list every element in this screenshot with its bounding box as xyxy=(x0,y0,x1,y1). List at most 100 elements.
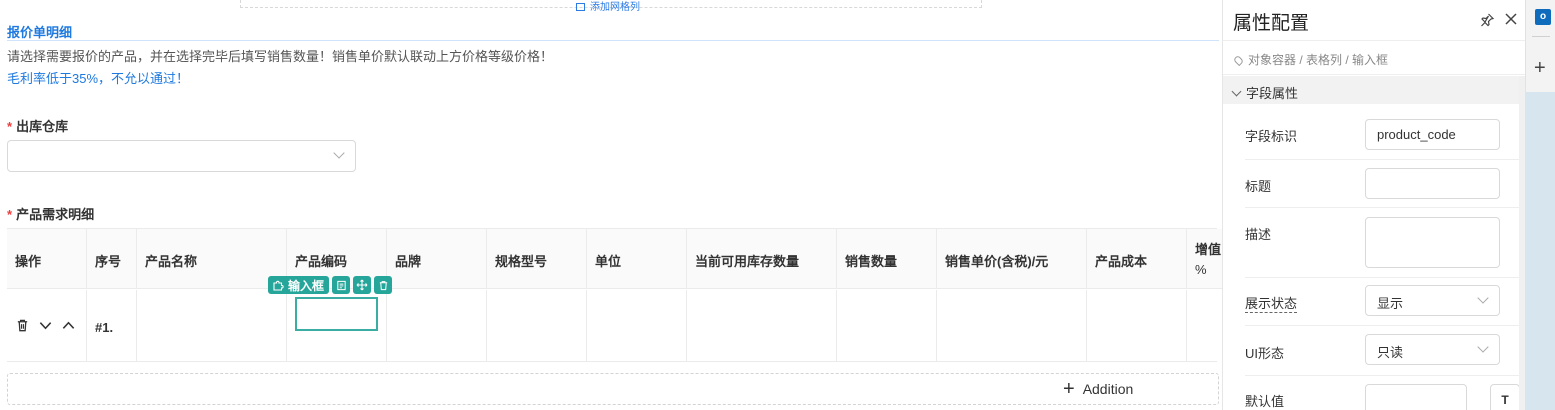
display-state-select[interactable]: 显示 xyxy=(1365,285,1500,316)
product-detail-label-text: 产品需求明细 xyxy=(16,207,95,222)
selected-field-tag-label: 输入框 xyxy=(288,278,325,293)
chevron-down-icon xyxy=(1231,86,1242,97)
field-id-label: 字段标识 xyxy=(1245,129,1298,144)
unit-price-cell[interactable] xyxy=(937,290,1087,362)
column-header-spec[interactable]: 规格型号 xyxy=(487,229,587,289)
plus-icon: + xyxy=(1063,378,1075,400)
add-row-label: Addition xyxy=(1082,381,1134,397)
drag-move-icon xyxy=(356,279,368,291)
column-header-product-name[interactable]: 产品名称 xyxy=(137,229,287,289)
field-properties-group[interactable]: 字段属性 xyxy=(1223,76,1519,104)
product-code-input-selected[interactable] xyxy=(295,297,378,331)
breadcrumb: 对象容器 / 表格列 / 输入框 xyxy=(1223,40,1526,75)
side-strip: o + xyxy=(1525,0,1555,410)
field-properties-group-label: 字段属性 xyxy=(1246,86,1299,101)
column-header-product-cost[interactable]: 产品成本 xyxy=(1087,229,1187,289)
field-id-row: 字段标识 product_code xyxy=(1245,112,1519,160)
close-icon[interactable] xyxy=(1503,11,1519,27)
form-designer: 添加网格列 报价单明细 请选择需要报价的产品，并在选择完毕后填写销售数量！销售单… xyxy=(0,0,1555,410)
add-row-button[interactable]: + Addition xyxy=(7,373,1219,405)
brand-cell[interactable] xyxy=(387,290,487,362)
warehouse-label-text: 出库仓库 xyxy=(16,119,69,134)
description-textarea[interactable] xyxy=(1365,217,1500,268)
default-value-input[interactable] xyxy=(1365,384,1467,410)
move-field-button[interactable] xyxy=(353,276,372,294)
description-row: 描述 xyxy=(1245,208,1519,278)
display-state-label: 展示状态 xyxy=(1245,293,1298,313)
property-panel: 属性配置 对象容器 / 表格列 / 输入框 字段属性 字段标识 product_… xyxy=(1222,0,1526,410)
copy-icon xyxy=(336,280,346,290)
table-header: 操作 序号 产品名称 产品编码 品牌 规格型号 单位 当前可用库存数量 销售数量… xyxy=(7,229,1222,289)
section-divider xyxy=(7,40,1219,41)
column-header-sales-qty[interactable]: 销售数量 xyxy=(837,229,937,289)
description-label: 描述 xyxy=(1245,227,1272,242)
title-input[interactable] xyxy=(1365,168,1500,199)
title-row: 标题 xyxy=(1245,160,1519,208)
location-icon xyxy=(1232,54,1245,67)
column-header-vat[interactable]: 增值 % xyxy=(1187,229,1222,289)
pin-icon[interactable] xyxy=(1479,12,1495,28)
side-panel-area xyxy=(1526,92,1555,410)
add-row-content: + Addition xyxy=(1063,378,1134,400)
product-detail-table: 操作 序号 产品名称 产品编码 品牌 规格型号 单位 当前可用库存数量 销售数量… xyxy=(7,228,1222,362)
spec-cell[interactable] xyxy=(487,290,587,362)
column-header-vat-unit: % xyxy=(1195,262,1207,277)
delete-icon xyxy=(379,280,387,290)
ui-mode-row: UI形态 只读 xyxy=(1245,326,1519,376)
display-state-row: 展示状态 显示 xyxy=(1245,278,1519,326)
puzzle-icon xyxy=(273,280,284,291)
warehouse-select[interactable] xyxy=(7,140,356,172)
section-title: 报价单明细 xyxy=(7,25,73,40)
move-up-icon[interactable] xyxy=(61,318,76,333)
title-label: 标题 xyxy=(1245,179,1272,194)
breadcrumb-text: 对象容器 / 表格列 / 输入框 xyxy=(1248,53,1389,67)
display-state-label-text: 展示状态 xyxy=(1245,296,1298,313)
copy-field-button[interactable] xyxy=(332,276,351,294)
default-value-row: 默认值 T xyxy=(1245,376,1520,410)
plus-icon[interactable]: + xyxy=(1534,58,1546,78)
chevron-down-icon xyxy=(333,147,345,159)
row-index: #1. xyxy=(95,320,114,335)
display-state-value: 显示 xyxy=(1377,296,1404,311)
warehouse-label: * 出库仓库 xyxy=(7,116,68,135)
delete-field-button[interactable] xyxy=(374,276,393,294)
product-name-cell[interactable] xyxy=(137,290,287,362)
field-id-input[interactable]: product_code xyxy=(1365,119,1500,150)
selected-field-tag[interactable]: 输入框 xyxy=(268,276,330,294)
ui-mode-value: 只读 xyxy=(1377,345,1404,360)
sales-qty-cell[interactable] xyxy=(837,290,937,362)
text-format-icon[interactable]: T xyxy=(1490,384,1520,410)
ui-mode-label: UI形态 xyxy=(1245,346,1285,361)
margin-warning-text: 毛利率低于35%，不允以通过！ xyxy=(7,71,190,86)
panel-title: 属性配置 xyxy=(1233,13,1310,34)
column-header-available-stock[interactable]: 当前可用库存数量 xyxy=(687,229,837,289)
selected-field-toolbar: 输入框 xyxy=(268,276,393,294)
available-stock-cell[interactable] xyxy=(687,290,837,362)
column-header-brand[interactable]: 品牌 xyxy=(387,229,487,289)
chevron-down-icon xyxy=(1477,292,1489,304)
row-actions xyxy=(15,318,76,333)
add-grid-column-label: 添加网格列 xyxy=(590,2,640,13)
row-index-cell: #1. xyxy=(87,290,137,362)
required-mark: * xyxy=(7,119,13,134)
column-header-unit-price[interactable]: 销售单价(含税)/元 xyxy=(937,229,1087,289)
move-down-icon[interactable] xyxy=(38,318,53,333)
table-row: #1. xyxy=(7,290,1222,362)
row-actions-cell xyxy=(7,290,87,362)
trash-icon[interactable] xyxy=(15,318,30,333)
outlook-icon[interactable]: o xyxy=(1535,9,1551,25)
unit-cell[interactable] xyxy=(587,290,687,362)
column-header-index[interactable]: 序号 xyxy=(87,229,137,289)
product-detail-label: * 产品需求明细 xyxy=(7,204,94,223)
vat-cell[interactable] xyxy=(1187,290,1222,362)
column-header-unit[interactable]: 单位 xyxy=(587,229,687,289)
grid-column-icon xyxy=(576,3,585,11)
column-header-actions[interactable]: 操作 xyxy=(7,229,87,289)
ui-mode-select[interactable]: 只读 xyxy=(1365,334,1500,365)
instruction-text: 请选择需要报价的产品，并在选择完毕后填写销售数量！销售单价默认联动上方价格等级价… xyxy=(7,49,554,64)
side-divider xyxy=(1532,36,1550,37)
add-grid-column-button[interactable]: 添加网格列 xyxy=(576,0,640,13)
chevron-down-icon xyxy=(1477,341,1489,353)
product-cost-cell[interactable] xyxy=(1087,290,1187,362)
default-value-label: 默认值 xyxy=(1245,394,1285,409)
